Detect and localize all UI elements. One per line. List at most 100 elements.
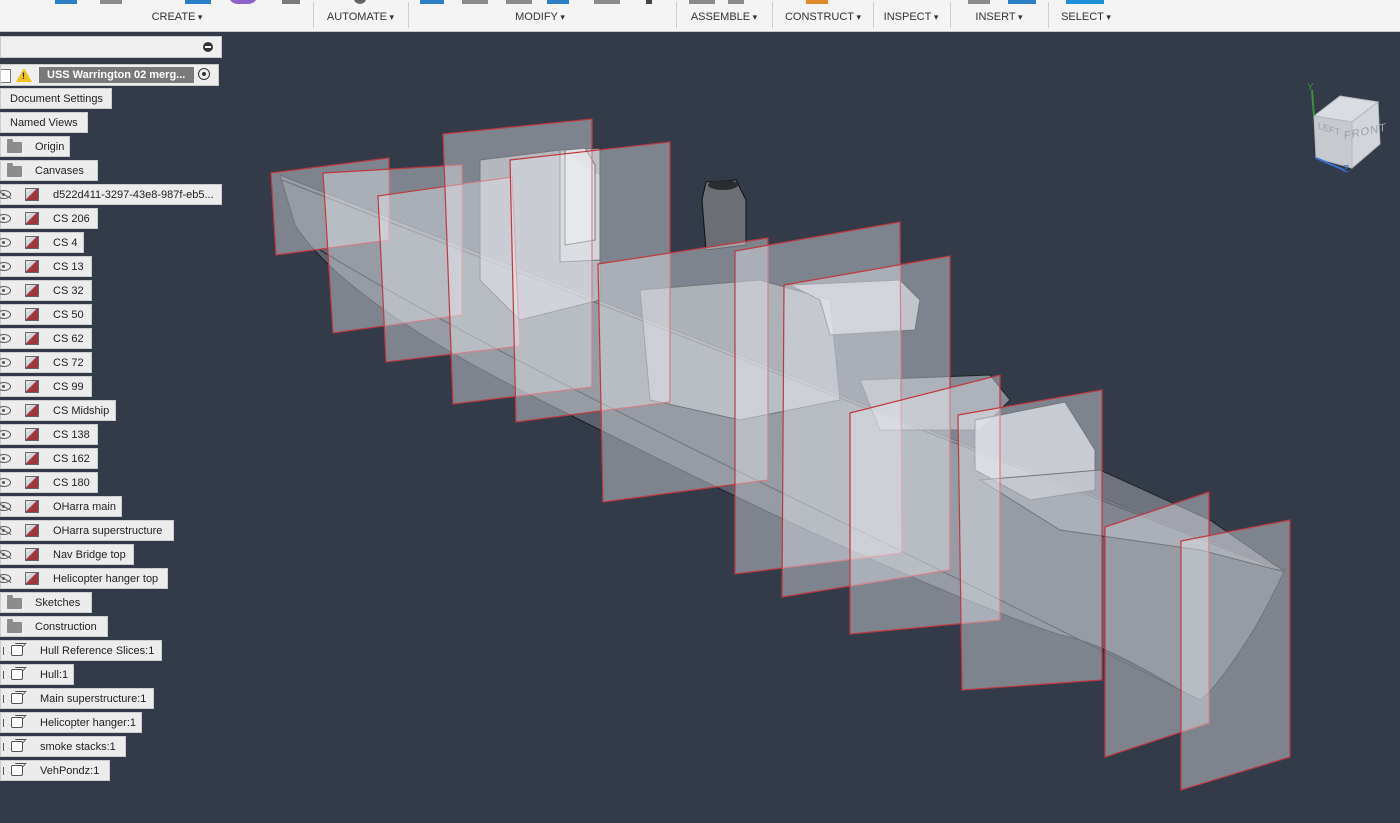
component-item[interactable]: Main superstructure:1 [0, 688, 154, 709]
browser-item-sketches[interactable]: Sketches [0, 592, 92, 613]
browser-item-label: Origin [35, 141, 65, 153]
browser-item-named-views[interactable]: Named Views [0, 112, 88, 133]
canvas-item[interactable]: CS 180 [0, 472, 98, 493]
toolbar-inspect[interactable]: INSPECT [876, 0, 946, 31]
toolbar-assemble[interactable]: ASSEMBLE [681, 0, 767, 31]
fillet-icon[interactable] [462, 0, 488, 4]
automate-menu-label[interactable]: AUTOMATE [318, 11, 403, 23]
axis-y-label: Y [1307, 82, 1314, 93]
visibility-eye-icon[interactable] [0, 358, 11, 367]
shell-icon[interactable] [282, 0, 300, 4]
toolbar-construct[interactable]: CONSTRUCT [777, 0, 869, 31]
align-icon[interactable] [594, 0, 620, 4]
expand-caret-icon[interactable] [0, 719, 4, 727]
canvas-item[interactable]: CS 32 [0, 280, 92, 301]
expand-caret-icon[interactable] [0, 647, 4, 655]
canvas-label: CS Midship [53, 405, 110, 417]
visibility-hidden-icon[interactable] [0, 526, 11, 535]
canvas-item[interactable]: OHarra main [0, 496, 122, 517]
component-item[interactable]: VehPondz:1 [0, 760, 110, 781]
insert-menu-label[interactable]: INSERT [955, 11, 1043, 23]
visibility-eye-icon[interactable] [0, 238, 11, 247]
browser-item-construction[interactable]: Construction [0, 616, 108, 637]
visibility-hidden-icon[interactable] [0, 190, 11, 199]
visibility-eye-icon[interactable] [0, 286, 11, 295]
canvas-icon [25, 524, 39, 537]
canvas-label: OHarra main [53, 501, 116, 513]
sketch-icon[interactable] [55, 0, 77, 4]
create-menu-label[interactable]: CREATE [132, 11, 222, 23]
toolbar-insert[interactable]: INSERT [955, 0, 1043, 31]
construct-menu-label[interactable]: CONSTRUCT [777, 11, 869, 23]
canvas-icon [25, 452, 39, 465]
visibility-hidden-icon[interactable] [0, 502, 11, 511]
root-document-label[interactable]: USS Warrington 02 merg... [39, 67, 194, 83]
browser-item-origin[interactable]: Origin [0, 136, 70, 157]
visibility-eye-icon[interactable] [0, 310, 11, 319]
folder-icon [7, 619, 22, 633]
visibility-eye-icon[interactable] [0, 382, 11, 391]
visibility-eye-icon[interactable] [0, 406, 11, 415]
visibility-hidden-icon[interactable] [0, 574, 11, 583]
canvas-item[interactable]: CS 13 [0, 256, 92, 277]
form-icon[interactable] [228, 0, 258, 4]
visibility-hidden-icon[interactable] [0, 550, 11, 559]
toolbar-automate[interactable]: AUTOMATE [318, 0, 403, 31]
browser-item-document-settings[interactable]: Document Settings [0, 88, 112, 109]
component-label: Main superstructure:1 [40, 693, 147, 705]
visibility-eye-icon[interactable] [0, 430, 11, 439]
3d-viewport[interactable]: LEFT FRONT Y Z [0, 32, 1400, 823]
visibility-eye-icon[interactable] [0, 454, 11, 463]
expand-caret-icon[interactable] [0, 671, 4, 679]
visibility-eye-icon[interactable] [0, 478, 11, 487]
browser-item-label: Construction [35, 621, 97, 633]
toolbar-select[interactable]: SELECT [1050, 0, 1122, 31]
canvas-item[interactable]: CS 4 [0, 232, 84, 253]
canvas-item[interactable]: Helicopter hanger top [0, 568, 168, 589]
canvas-sheets [270, 118, 1291, 791]
canvas-item[interactable]: CS 162 [0, 448, 98, 469]
canvas-item[interactable]: d522d411-3297-43e8-987f-eb5... [0, 184, 222, 205]
canvas-item[interactable]: CS 62 [0, 328, 92, 349]
smoke-stack-cap [708, 180, 738, 190]
expand-caret-icon[interactable] [0, 743, 4, 751]
toolbar-separator [1048, 2, 1049, 28]
canvas-item[interactable]: CS 206 [0, 208, 98, 229]
canvas-item[interactable]: OHarra superstructure [0, 520, 174, 541]
canvas-icon [25, 428, 39, 441]
assemble-menu-label[interactable]: ASSEMBLE [681, 11, 767, 23]
toolbar-modify[interactable]: MODIFY [495, 0, 585, 31]
canvas-item[interactable]: CS 72 [0, 352, 92, 373]
component-item[interactable]: Hull:1 [0, 664, 74, 685]
toolbar: CREATE AUTOMATE MODIFY ASSEMBLE CONSTRUC… [0, 0, 1400, 32]
axis-z-label: Z [1343, 164, 1350, 175]
visibility-eye-icon[interactable] [0, 262, 11, 271]
visibility-eye-icon[interactable] [0, 214, 11, 223]
press-pull-icon[interactable] [420, 0, 444, 4]
component-item[interactable]: Helicopter hanger:1 [0, 712, 142, 733]
modify-menu-label[interactable]: MODIFY [495, 11, 585, 23]
visibility-eye-icon[interactable] [0, 334, 11, 343]
view-cube[interactable]: LEFT FRONT Y Z [1300, 78, 1390, 178]
canvas-item[interactable]: CS 50 [0, 304, 92, 325]
component-item[interactable]: Hull Reference Slices:1 [0, 640, 162, 661]
ship-model-scene[interactable] [0, 32, 1400, 823]
activate-target-icon[interactable] [198, 68, 210, 80]
collapse-browser-icon[interactable] [203, 42, 213, 52]
component-item[interactable]: smoke stacks:1 [0, 736, 126, 757]
more-dropdown-icon[interactable] [646, 0, 652, 4]
extrude-icon[interactable] [100, 0, 122, 4]
canvas-label: CS 180 [53, 477, 90, 489]
browser-item-canvases[interactable]: Canvases [0, 160, 98, 181]
expand-caret-icon[interactable] [0, 695, 4, 703]
expand-caret-icon[interactable] [0, 767, 4, 775]
select-menu-label[interactable]: SELECT [1050, 11, 1122, 23]
canvas-item[interactable]: Nav Bridge top [0, 544, 134, 565]
canvas-item[interactable]: CS Midship [0, 400, 116, 421]
canvas-item[interactable]: CS 99 [0, 376, 92, 397]
canvas-item[interactable]: CS 138 [0, 424, 98, 445]
browser-root-document[interactable]: ! USS Warrington 02 merg... [0, 64, 219, 86]
inspect-menu-label[interactable]: INSPECT [876, 11, 946, 23]
component-icon [11, 741, 23, 752]
toolbar-create[interactable]: CREATE [132, 0, 222, 31]
